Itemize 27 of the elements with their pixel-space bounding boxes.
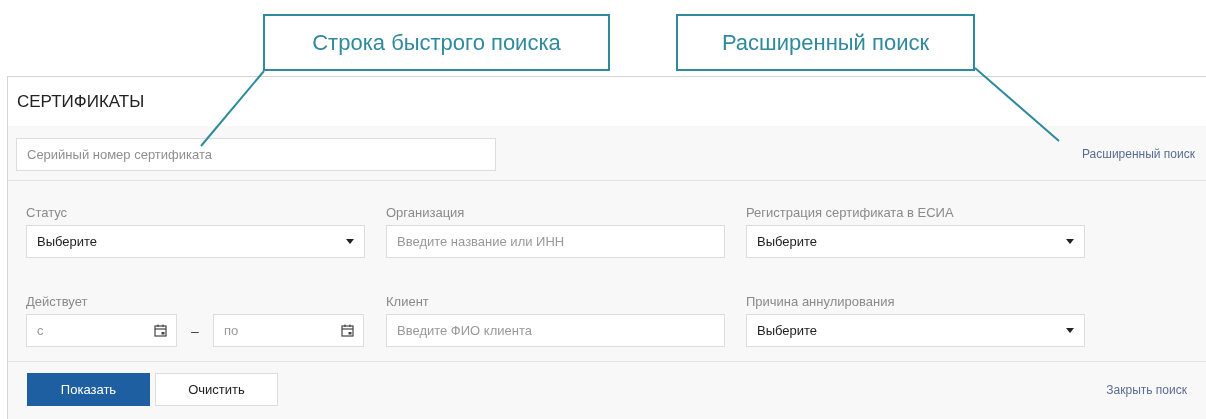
field-label: Клиент bbox=[386, 294, 430, 310]
callout-box: Строка быстрого поиска bbox=[263, 14, 610, 71]
select-field[interactable]: Выберите bbox=[746, 314, 1085, 347]
calendar-icon[interactable] bbox=[154, 324, 167, 337]
field-label: Регистрация сертификата в ЕСИА bbox=[746, 205, 955, 221]
date-field[interactable]: с bbox=[26, 314, 177, 347]
caret-icon bbox=[1066, 328, 1074, 333]
range-separator: – bbox=[190, 322, 200, 339]
select-field[interactable]: Выберите bbox=[26, 225, 365, 258]
input-field[interactable]: Введите название или ИНН bbox=[386, 225, 725, 258]
field-label: Причина аннулирования bbox=[746, 294, 896, 310]
field-label: Статус bbox=[26, 205, 69, 221]
select-field[interactable]: Выберите bbox=[746, 225, 1085, 258]
show-button[interactable]: Показать bbox=[27, 373, 150, 406]
calendar-icon[interactable] bbox=[341, 324, 354, 337]
caret-icon bbox=[1066, 239, 1074, 244]
page-title: СЕРТИФИКАТЫ bbox=[17, 91, 145, 112]
search-field[interactable]: Серийный номер сертификата bbox=[16, 137, 496, 171]
field-label: Организация bbox=[386, 205, 466, 221]
input-field[interactable]: Введите ФИО клиента bbox=[386, 314, 725, 347]
date-field[interactable]: по bbox=[213, 314, 364, 347]
caret-icon bbox=[346, 239, 354, 244]
clear-button[interactable]: Очистить bbox=[155, 373, 278, 406]
field-label: Действует bbox=[26, 294, 89, 310]
close-search-link[interactable]: Закрыть поиск bbox=[1106, 382, 1187, 397]
callout-box: Расширенный поиск bbox=[676, 14, 975, 71]
advanced-search-link[interactable]: Расширенный поиск bbox=[1082, 147, 1195, 161]
